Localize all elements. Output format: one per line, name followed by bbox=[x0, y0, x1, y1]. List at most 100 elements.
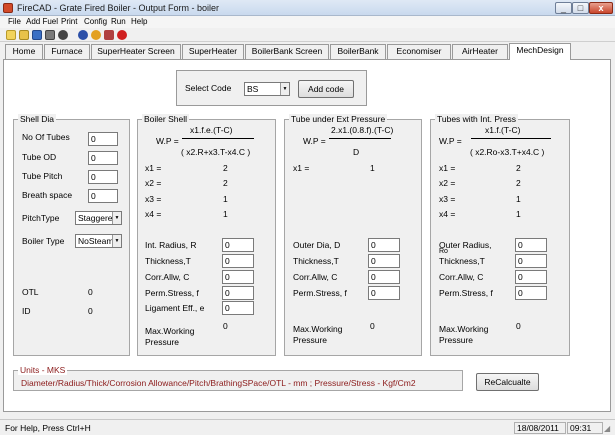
corr-allw-field[interactable]: 0 bbox=[222, 270, 254, 284]
menu-print[interactable]: Print bbox=[61, 17, 77, 26]
select-code-label: Select Code bbox=[185, 83, 232, 93]
perm-stress-field[interactable]: 0 bbox=[222, 286, 254, 300]
tube-int-fraction-line bbox=[471, 138, 551, 139]
tube-int-pressure-label: Pressure bbox=[439, 335, 474, 345]
ligament-eff-field[interactable]: 0 bbox=[222, 301, 254, 315]
tube-int-title: Tubes with Int. Press bbox=[435, 114, 519, 124]
tab-superheater-screen[interactable]: SuperHeater Screen bbox=[91, 44, 181, 59]
menu-file[interactable]: File bbox=[8, 17, 21, 26]
code-select-value: BS bbox=[247, 84, 259, 94]
tube-ext-corr-field[interactable]: 0 bbox=[368, 270, 400, 284]
corr-allw-label: Corr.Allw, C bbox=[145, 272, 190, 282]
pitch-type-value: Staggere bbox=[78, 213, 113, 223]
tube-ext-wp-label: W.P = bbox=[303, 136, 326, 146]
x1-value: 2 bbox=[223, 163, 228, 173]
int-radius-field[interactable]: 0 bbox=[222, 238, 254, 252]
tab-boilerbank-screen[interactable]: BoilerBank Screen bbox=[245, 44, 329, 59]
tube-ext-max-working-label: Max.Working bbox=[293, 324, 343, 334]
x2-label: x2 = bbox=[145, 178, 162, 188]
boiler-type-select[interactable]: NoSteam ▼ bbox=[75, 234, 122, 248]
pressure-label: Pressure bbox=[145, 337, 180, 347]
tube-int-corr-label: Corr.Allw, C bbox=[439, 272, 484, 282]
tube-pitch-field[interactable]: 0 bbox=[88, 170, 118, 184]
save-icon[interactable] bbox=[32, 30, 42, 40]
new-file-icon[interactable] bbox=[6, 30, 16, 40]
open-folder-icon[interactable] bbox=[19, 30, 29, 40]
tube-int-x4-value: 1 bbox=[516, 209, 521, 219]
boiler-shell-fraction-line bbox=[182, 138, 254, 139]
print-icon[interactable] bbox=[45, 30, 55, 40]
gear-icon[interactable] bbox=[58, 30, 68, 40]
menu-add-fuel[interactable]: Add Fuel bbox=[26, 17, 58, 26]
tab-economiser[interactable]: Economiser bbox=[387, 44, 451, 59]
menu-config[interactable]: Config bbox=[84, 17, 107, 26]
tube-ext-thickness-field[interactable]: 0 bbox=[368, 254, 400, 268]
thickness-field[interactable]: 0 bbox=[222, 254, 254, 268]
breath-space-label: Breath space bbox=[22, 190, 73, 200]
tab-strip: Home Furnace SuperHeater Screen SuperHea… bbox=[0, 43, 615, 60]
tube-ext-stress-field[interactable]: 0 bbox=[368, 286, 400, 300]
tab-furnace[interactable]: Furnace bbox=[44, 44, 90, 59]
x3-label: x3 = bbox=[145, 194, 162, 204]
tube-od-label: Tube OD bbox=[22, 152, 57, 162]
code-select[interactable]: BS ▼ bbox=[244, 82, 290, 96]
stop-icon[interactable] bbox=[117, 30, 127, 40]
tube-pitch-label: Tube Pitch bbox=[22, 171, 63, 181]
tube-ext-thickness-label: Thickness,T bbox=[293, 256, 339, 266]
thickness-label: Thickness,T bbox=[145, 256, 191, 266]
tube-ext-corr-label: Corr.Allw, C bbox=[293, 272, 338, 282]
no-of-tubes-field[interactable]: 0 bbox=[88, 132, 118, 146]
resize-grip-icon[interactable]: ◢ bbox=[604, 424, 610, 433]
boiler-shell-group: Boiler Shell x1.f.e.(T-C) W.P = ( x2.R+x… bbox=[137, 114, 276, 356]
chevron-down-icon: ▼ bbox=[112, 235, 121, 247]
tab-mechdesign[interactable]: MechDesign bbox=[509, 43, 571, 60]
boiler-type-value: NoSteam bbox=[78, 236, 114, 246]
tube-int-x3-label: x3 = bbox=[439, 194, 456, 204]
shell-dia-group: Shell Dia No Of Tubes 0 Tube OD 0 Tube P… bbox=[13, 114, 130, 356]
outer-dia-field[interactable]: 0 bbox=[368, 238, 400, 252]
tab-airheater[interactable]: AirHeater bbox=[452, 44, 508, 59]
status-time: 09:31 bbox=[567, 422, 603, 434]
tube-ext-x1-label: x1 = bbox=[293, 163, 310, 173]
x1-label: x1 = bbox=[145, 163, 162, 173]
tube-ext-denominator: D bbox=[353, 147, 360, 157]
chevron-down-icon: ▼ bbox=[112, 212, 121, 224]
menu-help[interactable]: Help bbox=[131, 17, 147, 26]
pitch-type-select[interactable]: Staggere ▼ bbox=[75, 211, 122, 225]
tube-int-denominator: ( x2.Ro-x3.T+x4.C ) bbox=[470, 147, 545, 157]
boiler-type-label: Boiler Type bbox=[22, 236, 65, 246]
max-working-label: Max.Working bbox=[145, 326, 195, 336]
x4-label: x4 = bbox=[145, 209, 162, 219]
tube-int-corr-field[interactable]: 0 bbox=[515, 270, 547, 284]
menu-run[interactable]: Run bbox=[111, 17, 126, 26]
add-code-button[interactable]: Add code bbox=[298, 80, 354, 98]
maximize-button[interactable]: □ bbox=[572, 2, 589, 14]
boiler-shell-wp-label: W.P = bbox=[156, 136, 179, 146]
x3-value: 1 bbox=[223, 194, 228, 204]
outer-radius-field[interactable]: 0 bbox=[515, 238, 547, 252]
id-label: ID bbox=[22, 306, 31, 316]
tube-int-stress-field[interactable]: 0 bbox=[515, 286, 547, 300]
export-icon[interactable] bbox=[104, 30, 114, 40]
outer-radius-ro-label: Ro bbox=[439, 248, 448, 255]
outer-dia-label: Outer Dia, D bbox=[293, 240, 341, 250]
breath-space-field[interactable]: 0 bbox=[88, 189, 118, 203]
tube-int-x1-value: 2 bbox=[516, 163, 521, 173]
tab-boilerbank[interactable]: BoilerBank bbox=[330, 44, 386, 59]
run-icon[interactable] bbox=[78, 30, 88, 40]
close-button[interactable]: x bbox=[589, 2, 613, 14]
tab-home[interactable]: Home bbox=[5, 44, 43, 59]
status-date: 18/08/2011 bbox=[514, 422, 566, 434]
boiler-shell-numerator: x1.f.e.(T-C) bbox=[190, 125, 233, 135]
minimize-button[interactable]: _ bbox=[555, 2, 572, 14]
tube-ext-x1-value: 1 bbox=[370, 163, 375, 173]
tube-int-x1-label: x1 = bbox=[439, 163, 456, 173]
chevron-down-icon: ▼ bbox=[280, 83, 289, 95]
tube-od-field[interactable]: 0 bbox=[88, 151, 118, 165]
tube-int-x2-label: x2 = bbox=[439, 178, 456, 188]
tube-int-thickness-field[interactable]: 0 bbox=[515, 254, 547, 268]
help-icon[interactable] bbox=[91, 30, 101, 40]
tab-superheater[interactable]: SuperHeater bbox=[182, 44, 244, 59]
units-title: Units - MKS bbox=[18, 365, 68, 375]
recalculate-button[interactable]: ReCalcualte bbox=[476, 373, 539, 391]
